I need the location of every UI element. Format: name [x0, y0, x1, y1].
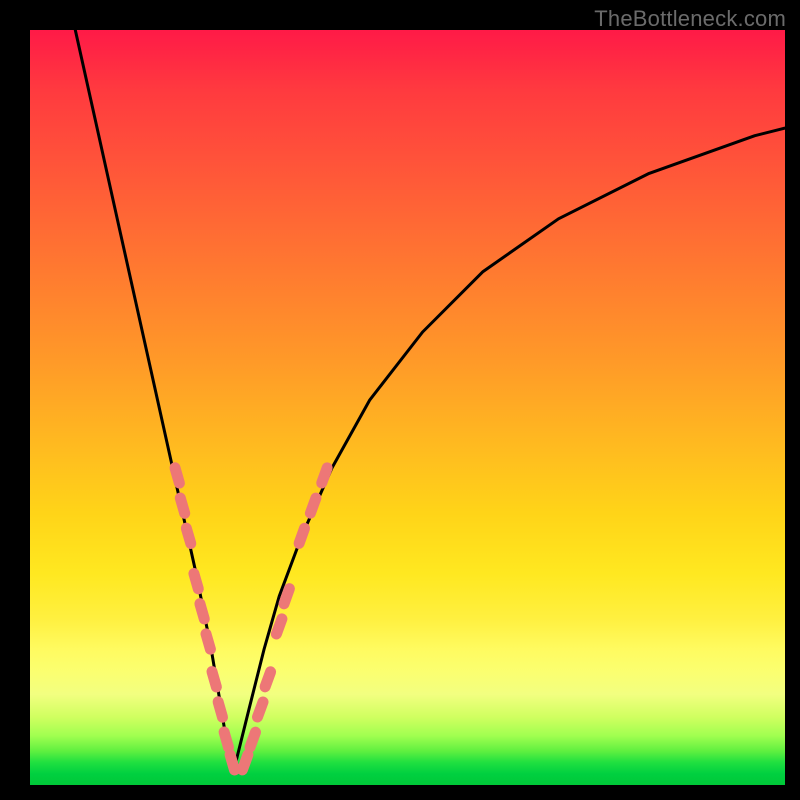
- curve-right-branch: [234, 128, 785, 770]
- chart-frame: TheBottleneck.com: [0, 0, 800, 800]
- data-marker: [284, 589, 289, 604]
- data-marker: [310, 498, 316, 513]
- chart-svg: [30, 30, 785, 785]
- data-marker: [200, 604, 204, 619]
- data-marker: [276, 619, 282, 634]
- data-marker: [194, 574, 198, 589]
- watermark-text: TheBottleneck.com: [594, 6, 786, 32]
- data-marker: [258, 702, 264, 717]
- data-marker: [322, 468, 328, 483]
- data-marker: [175, 468, 179, 483]
- curve-left-branch: [75, 30, 234, 770]
- data-marker: [212, 672, 216, 687]
- data-marker: [224, 732, 228, 747]
- data-marker: [230, 755, 234, 770]
- chart-plot-area: [30, 30, 785, 785]
- data-marker: [299, 528, 304, 543]
- data-marker: [265, 672, 271, 687]
- data-marker: [218, 702, 222, 717]
- data-marker: [206, 634, 210, 649]
- data-marker: [180, 498, 184, 513]
- data-marker: [242, 755, 248, 770]
- data-marker: [250, 732, 256, 747]
- data-marker: [186, 528, 191, 543]
